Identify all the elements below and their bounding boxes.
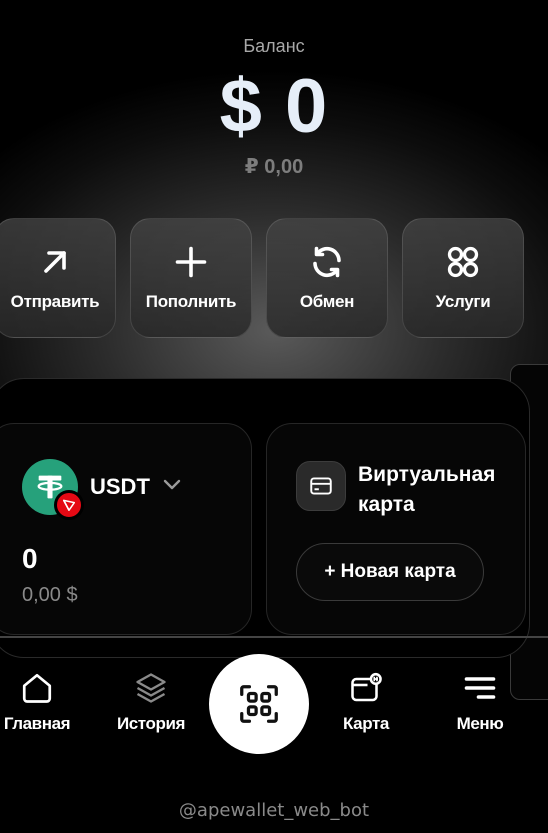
nav-history-label: История	[116, 714, 186, 733]
qr-scan-button[interactable]	[209, 654, 309, 754]
nav-card-label: Карта	[343, 714, 389, 733]
bot-handle: @apewallet_web_bot	[178, 800, 370, 821]
asset-usd-value: 0,00 $	[22, 584, 78, 606]
top-up-button[interactable]: Пополнить	[130, 218, 252, 338]
send-button[interactable]: Отправить	[0, 218, 116, 338]
grid-circles-icon	[447, 246, 479, 278]
qr-scan-icon	[240, 685, 278, 723]
nav-home[interactable]: Главная	[0, 670, 87, 734]
nav-menu[interactable]: Меню	[430, 670, 530, 734]
nav-menu-label: Меню	[456, 714, 504, 733]
nav-card[interactable]: Карта	[316, 670, 416, 734]
exchange-button-label: Обмен	[299, 292, 355, 311]
new-card-button[interactable]: + Новая карта	[296, 543, 484, 601]
nav-home-label: Главная	[3, 714, 71, 733]
layers-icon	[136, 673, 166, 703]
balance-amount: $ 0	[219, 64, 329, 149]
virtual-card-title: Виртуальная карта	[358, 463, 496, 516]
chevron-down-icon[interactable]	[162, 478, 182, 492]
card-icon	[296, 461, 346, 511]
services-button-label: Услуги	[435, 292, 491, 311]
balance-label: Баланс	[243, 36, 305, 56]
wallet-card-icon	[351, 672, 382, 702]
quick-actions: Отправить Пополнить Обмен Услуги	[0, 218, 524, 338]
balance-fiat: ₽ 0,00	[244, 156, 304, 178]
asset-amount: 0	[22, 543, 38, 574]
arrow-up-right-icon	[44, 251, 66, 273]
send-button-label: Отправить	[10, 292, 100, 311]
home-icon	[22, 673, 52, 703]
virtual-card-panel	[266, 423, 526, 635]
header-background	[0, 0, 548, 420]
top-up-button-label: Пополнить	[145, 292, 237, 311]
refresh-icon	[313, 246, 341, 278]
plus-icon	[175, 246, 207, 278]
menu-icon	[464, 677, 496, 699]
nav-history[interactable]: История	[101, 670, 201, 734]
tron-icon	[54, 490, 84, 520]
asset-name[interactable]: USDT	[90, 474, 150, 500]
exchange-button[interactable]: Обмен	[266, 218, 388, 338]
nav-divider	[0, 636, 548, 638]
services-button[interactable]: Услуги	[402, 218, 524, 338]
